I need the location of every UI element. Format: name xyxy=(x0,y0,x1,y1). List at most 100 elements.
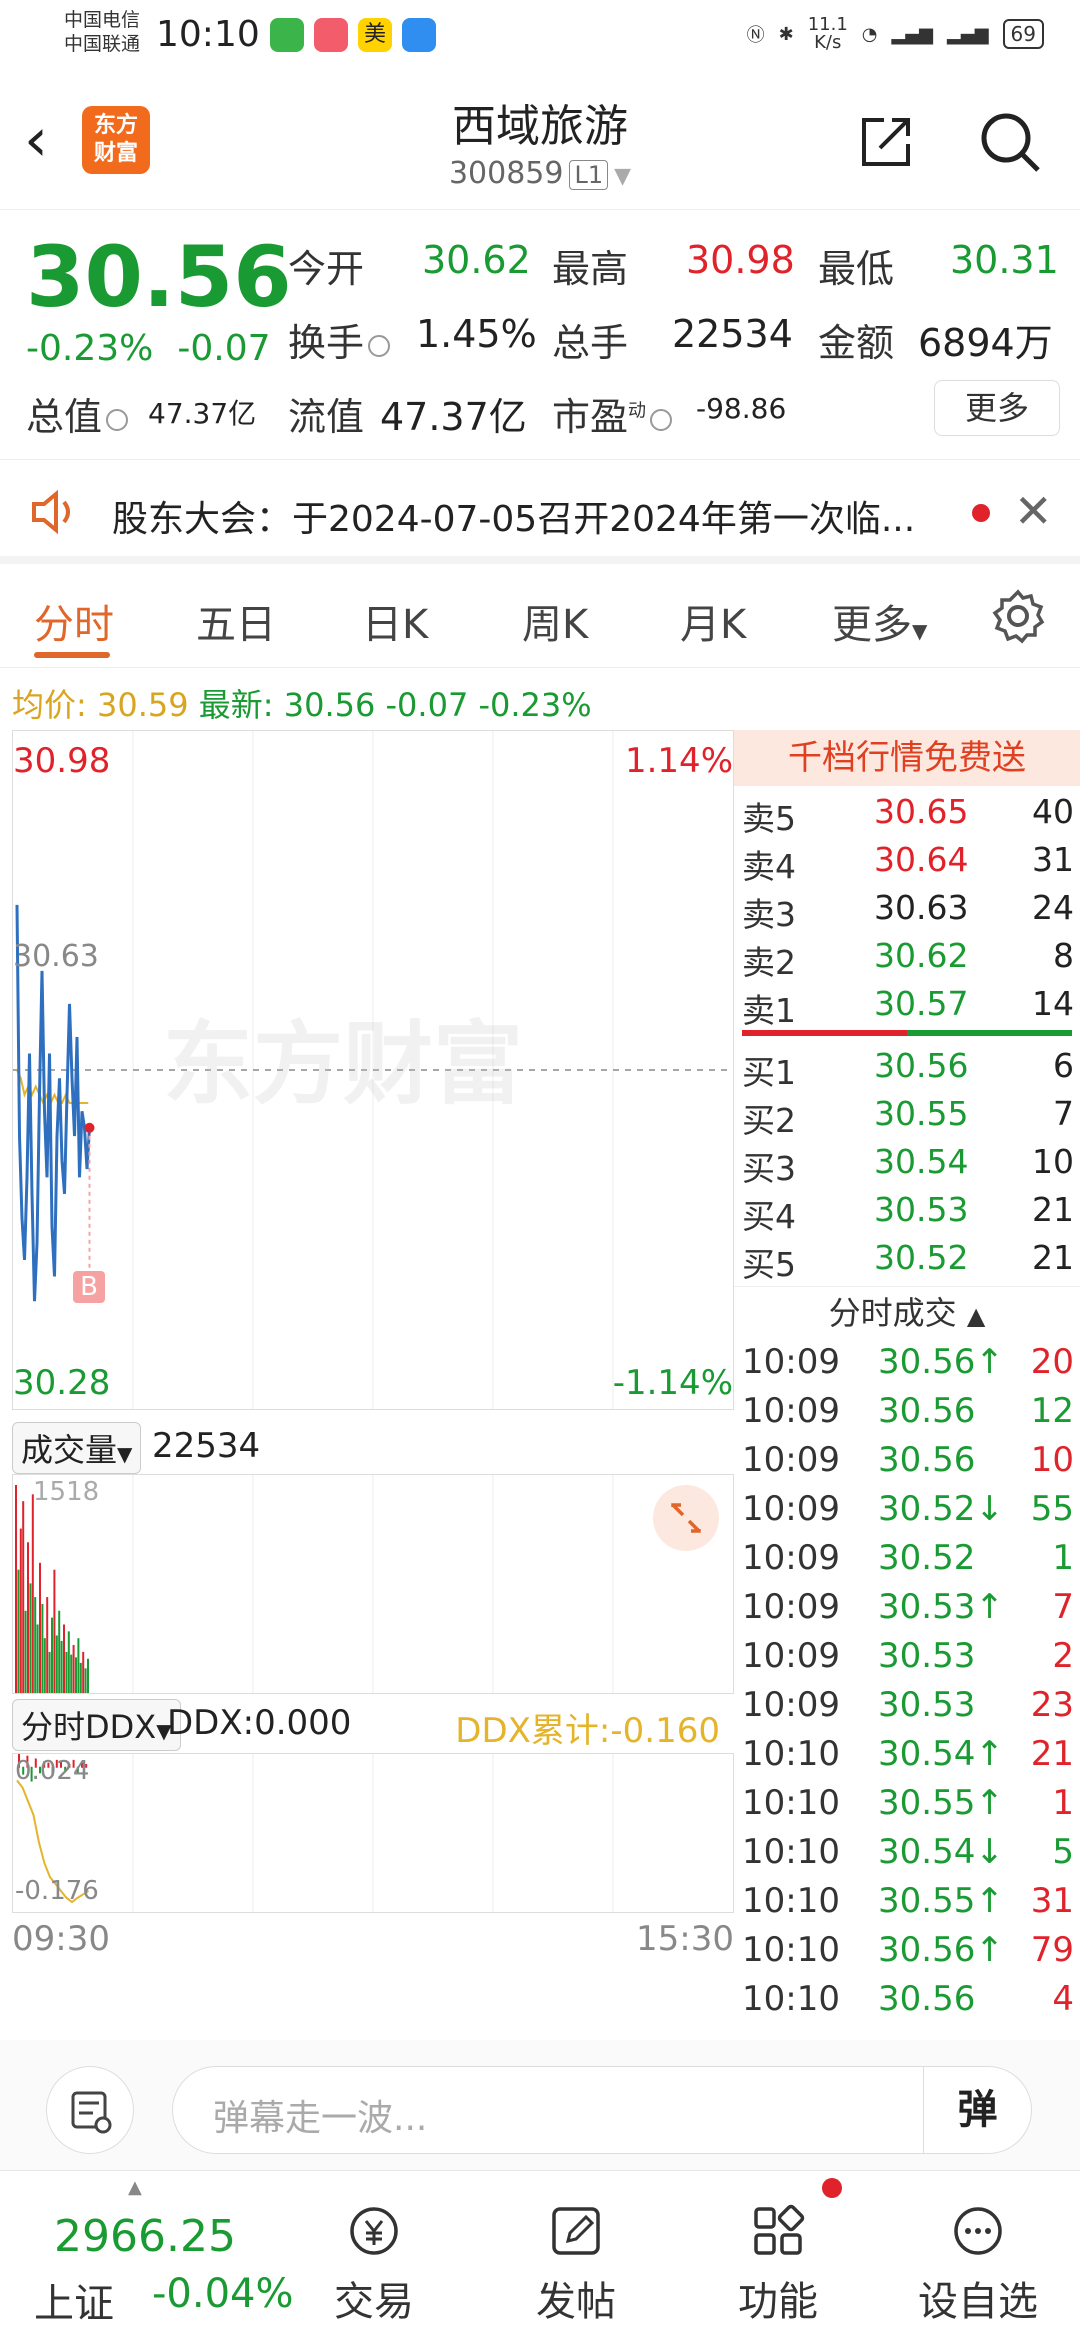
level-badge: L1 xyxy=(569,160,609,190)
speaker-icon xyxy=(32,489,70,535)
tick-volume: 20 xyxy=(1030,1342,1074,1382)
volume-bar xyxy=(84,1668,87,1693)
intraday-chart[interactable]: 30.98 1.14% 30.28 -1.14% 30.63 东方财富 B xyxy=(12,730,734,1410)
gear-icon[interactable] xyxy=(990,588,1046,644)
volume-bar xyxy=(67,1631,70,1693)
tab-daily-k[interactable]: 日K xyxy=(362,592,428,650)
ask-volume: 8 xyxy=(1053,936,1074,975)
more-dots-icon xyxy=(954,2207,1002,2255)
bid-price: 30.55 xyxy=(874,1094,969,1133)
bid-level: 买4 xyxy=(742,1197,796,1236)
expand-button[interactable] xyxy=(653,1485,719,1551)
grid-icon xyxy=(754,2204,805,2255)
danmaku-toggle-button[interactable]: 弹 xyxy=(923,2067,1031,2153)
tick-price: 30.54↓ xyxy=(878,1832,1004,1872)
tick-volume: 1 xyxy=(1052,1783,1074,1823)
tab-monthly-k[interactable]: 月K xyxy=(680,592,746,650)
tick-time: 10:10 xyxy=(742,1783,840,1823)
close-icon[interactable]: ✕ xyxy=(1014,484,1053,538)
danmaku-input[interactable]: 弹幕走一波... 弹 xyxy=(172,2066,1032,2154)
tick-time: 10:09 xyxy=(742,1538,840,1578)
change-abs: -0.07 xyxy=(177,328,271,369)
high-label: 最高 xyxy=(552,247,629,291)
volume-indicator-select[interactable]: 成交量▼ xyxy=(12,1422,142,1474)
tick-row: 10:09 30.56 10 xyxy=(734,1436,1080,1485)
more-button[interactable]: 更多 xyxy=(934,380,1060,436)
volume-bar xyxy=(43,1638,46,1693)
bid-row[interactable]: 买4 30.53 21 xyxy=(734,1184,1080,1236)
ask-row[interactable]: 卖3 30.63 24 xyxy=(734,882,1080,934)
tab-intraday[interactable]: 分时 xyxy=(34,592,114,650)
bid-price: 30.56 xyxy=(874,1046,969,1085)
share-icon[interactable] xyxy=(856,112,916,172)
tab-5day[interactable]: 五日 xyxy=(196,592,276,650)
danmaku-settings-icon[interactable] xyxy=(46,2066,134,2154)
tick-row: 10:09 30.52 1 xyxy=(734,1534,1080,1583)
ask-row[interactable]: 卖5 30.65 40 xyxy=(734,786,1080,838)
index-name[interactable]: 上证 xyxy=(34,2271,114,2329)
info-icon[interactable] xyxy=(368,334,391,357)
tick-price: 30.53↑ xyxy=(878,1587,1004,1627)
ddx-chart: 0.024 -0.176 xyxy=(12,1752,734,1913)
volume-bar xyxy=(17,1569,20,1693)
nav-watchlist[interactable]: 设自选 xyxy=(918,2201,1038,2327)
ask-volume: 31 xyxy=(1032,840,1074,879)
bid-row[interactable]: 买2 30.55 7 xyxy=(734,1088,1080,1140)
volume-bar xyxy=(29,1583,32,1693)
volume-bar xyxy=(34,1597,37,1693)
tick-volume: 5 xyxy=(1052,1832,1074,1872)
bid-price: 30.52 xyxy=(874,1238,969,1277)
nav-features[interactable]: 功能 xyxy=(718,2201,838,2327)
ask-volume: 14 xyxy=(1032,984,1074,1023)
tick-row: 10:10 30.56↑ 79 xyxy=(734,1926,1080,1975)
tab-more[interactable]: 更多▼ xyxy=(832,592,927,650)
volume-bar xyxy=(15,1485,17,1693)
index-value[interactable]: 2966.25 xyxy=(54,2211,236,2262)
bid-row[interactable]: 买5 30.52 21 xyxy=(734,1232,1080,1284)
bid-volume: 7 xyxy=(1053,1094,1074,1133)
bottom-pct-label: -1.14% xyxy=(612,1363,733,1403)
volume-bar xyxy=(31,1494,34,1693)
tick-price: 30.55↑ xyxy=(878,1783,1004,1823)
tick-time: 10:10 xyxy=(742,1734,840,1774)
turnover-label: 换手 xyxy=(288,312,394,367)
latest-change: -0.07 xyxy=(385,686,469,724)
stock-code-row[interactable]: 300859 L1 ▼ xyxy=(0,156,1080,191)
volume-bar xyxy=(58,1610,61,1693)
volume-bar xyxy=(65,1651,68,1693)
pe-sup: 动 xyxy=(628,400,647,422)
ask-price: 30.57 xyxy=(874,984,969,1023)
caret-down-icon: ▼ xyxy=(117,1442,133,1466)
carrier-2: 中国联通 xyxy=(64,33,141,55)
ask-row[interactable]: 卖2 30.62 8 xyxy=(734,930,1080,982)
bid-row[interactable]: 买1 30.56 6 xyxy=(734,1040,1080,1092)
nav-post[interactable]: 发帖 xyxy=(516,2201,636,2327)
chart-tabs: 分时 五日 日K 周K 月K 更多▼ xyxy=(0,564,1080,668)
ticks-header[interactable]: 分时成交 ▲ xyxy=(734,1286,1080,1338)
level-promo-banner[interactable]: 千档行情免费送 xyxy=(734,730,1080,786)
ddx-indicator-select[interactable]: 分时DDX▼ xyxy=(12,1699,181,1751)
ask-row[interactable]: 卖1 30.57 14 xyxy=(734,978,1080,1030)
ask-level: 卖2 xyxy=(742,943,796,982)
open-label: 今开 xyxy=(288,247,365,291)
info-icon[interactable] xyxy=(106,408,129,431)
volume-bar xyxy=(75,1657,77,1693)
index-change[interactable]: -0.04% xyxy=(152,2271,294,2317)
buy-marker[interactable]: B xyxy=(73,1271,105,1303)
tick-row: 10:09 30.56 12 xyxy=(734,1387,1080,1436)
search-icon[interactable] xyxy=(976,108,1044,176)
notice-bar[interactable]: 股东大会：于2024-07-05召开2024年第一次临... ✕ xyxy=(0,460,1080,564)
tick-row: 10:09 30.52↓ 55 xyxy=(734,1485,1080,1534)
volume-bar xyxy=(22,1501,25,1693)
ask-row[interactable]: 卖4 30.64 31 xyxy=(734,834,1080,886)
meituan-icon: 美 xyxy=(358,18,392,52)
volume-bar xyxy=(36,1624,39,1693)
status-right: Ⓝ ✱ 11.1 K/s ◔ ▂▄▆ ▂▄▆ 69 xyxy=(747,16,1044,52)
tab-more-label: 更多 xyxy=(832,602,912,648)
tab-weekly-k[interactable]: 周K xyxy=(522,592,588,650)
bid-row[interactable]: 买3 30.54 10 xyxy=(734,1136,1080,1188)
info-icon[interactable] xyxy=(650,408,673,431)
high-value: 30.98 xyxy=(686,238,795,282)
nav-trade[interactable]: 交易 xyxy=(314,2201,434,2327)
amount-value: 6894万 xyxy=(918,321,1053,365)
